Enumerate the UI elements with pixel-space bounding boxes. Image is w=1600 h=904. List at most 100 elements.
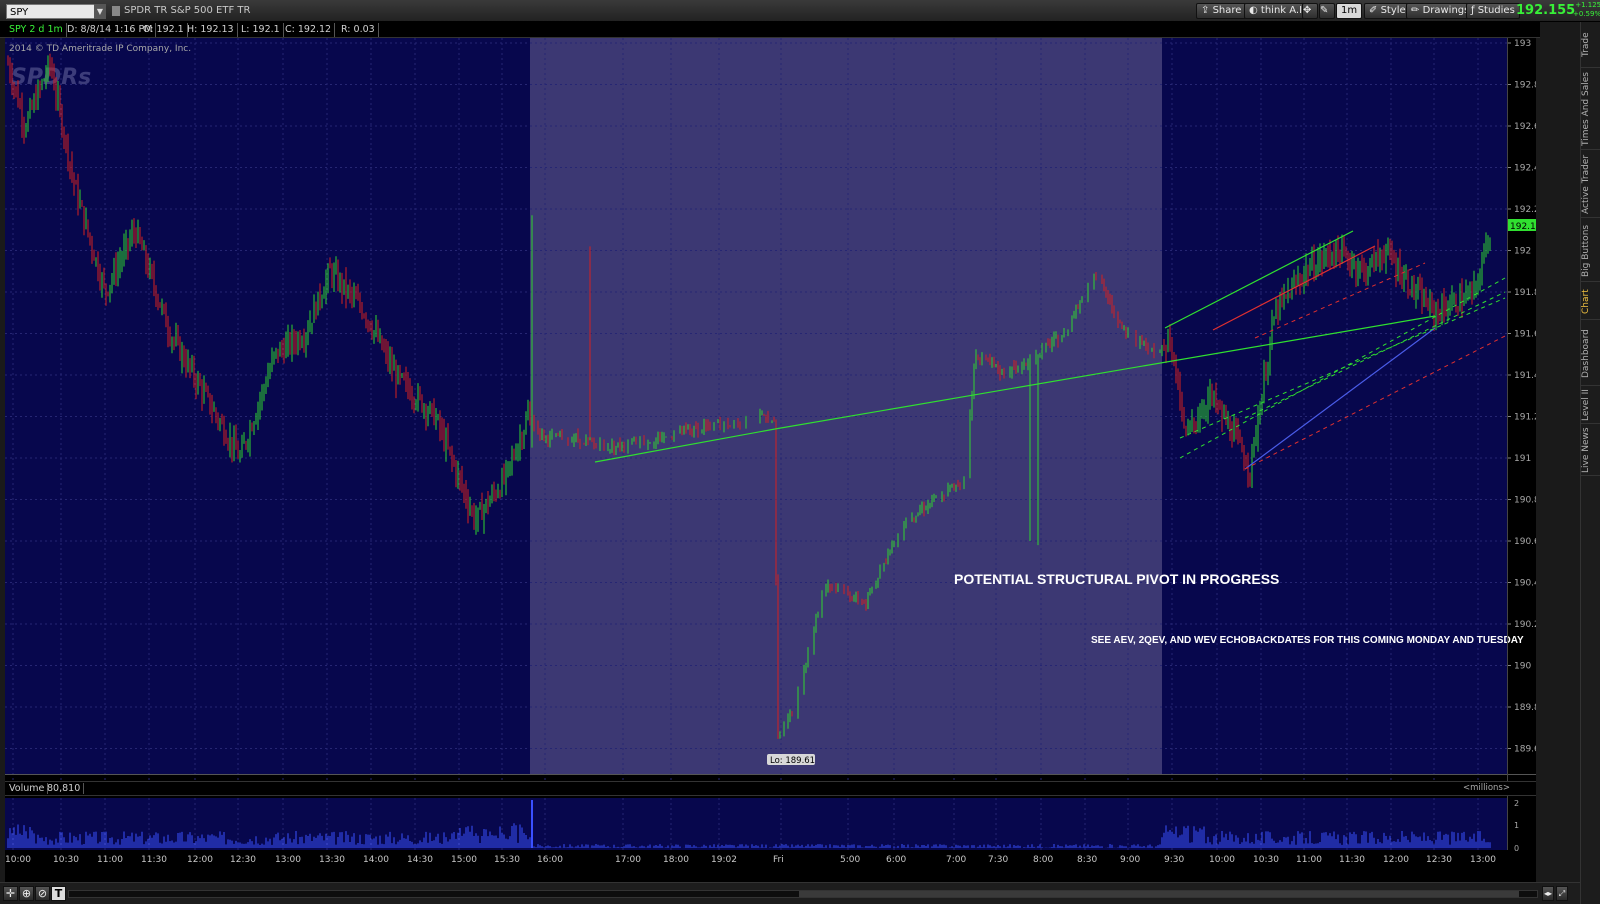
expand-icon[interactable]: ⤢ xyxy=(1556,886,1568,901)
top-toolbar: SPY ▼ SPDR TR S&P 500 ETF TR ⇪ Share ◐ t… xyxy=(0,0,1600,22)
zoom-out-icon[interactable]: ◂▸ xyxy=(1542,886,1554,901)
price-tick-label: 191.8 xyxy=(1514,288,1536,298)
price-chart-svg[interactable]: 193 192.8 192.6 192.4 192.2 192 191.8 191.6 191.… xyxy=(5,38,1536,883)
style-icon: ✐ xyxy=(1369,5,1381,16)
time-tick-label: 17:00 xyxy=(615,855,641,865)
price-chart[interactable]: 193 192.8 192.6 192.4 192.2 192 191.8 191.6 191.… xyxy=(5,38,1536,883)
style-button[interactable]: ✐ Style xyxy=(1364,3,1411,19)
price-tick-label: 190.4 xyxy=(1514,579,1536,589)
price-tick-label: 190.6 xyxy=(1514,537,1536,547)
price-tick-label: 190.8 xyxy=(1514,496,1536,506)
bar-high: H: 192.13 xyxy=(184,23,238,37)
time-tick-label: 16:00 xyxy=(537,855,563,865)
drawings-label: Drawings xyxy=(1422,5,1470,16)
time-tick-label: 13:30 xyxy=(319,855,345,865)
price-tick-label: 189.8 xyxy=(1514,703,1536,713)
time-tick-label: 13:00 xyxy=(1470,855,1496,865)
bar-low: L: 192.1 xyxy=(238,23,284,37)
side-tab-dashboard[interactable]: Dashboard xyxy=(1581,322,1600,386)
price-tick-label: 192.4 xyxy=(1514,164,1536,174)
time-tick-label: 18:00 xyxy=(663,855,689,865)
chart-title[interactable]: SPY 2 d 1m xyxy=(6,23,67,37)
time-tick-label: 12:00 xyxy=(187,855,213,865)
price-tick-label: 191.4 xyxy=(1514,371,1536,381)
symbol-info-icon[interactable] xyxy=(112,6,120,16)
studies-button[interactable]: ƒ Studies xyxy=(1466,3,1520,19)
volume-tick-label: 1 xyxy=(1514,821,1519,830)
side-tab-live-news[interactable]: Live News xyxy=(1581,426,1600,476)
side-tab-active-trader[interactable]: Active Trader xyxy=(1581,152,1600,218)
price-tick-label: 192.6 xyxy=(1514,122,1536,132)
zoom-icon[interactable]: ⊕ xyxy=(19,886,34,901)
price-tick-label: 192 xyxy=(1514,247,1531,257)
volume-header: Volume 80,810 <millions> xyxy=(5,781,1536,796)
time-tick-label: 7:30 xyxy=(988,855,1008,865)
drawings-icon: ✏ xyxy=(1411,5,1423,16)
volume-unit: <millions> xyxy=(1463,783,1510,793)
interval-button[interactable]: 1m xyxy=(1336,3,1363,19)
change-pct: +0.59% xyxy=(1573,10,1600,18)
time-tick-label: 19:02 xyxy=(711,855,737,865)
time-tick-label: 15:00 xyxy=(451,855,477,865)
think-ai-button[interactable]: ◐ think A.I. xyxy=(1244,3,1311,19)
time-tick-label: 12:30 xyxy=(230,855,256,865)
price-tick-label: 190 xyxy=(1514,662,1531,672)
time-tick-label: 10:00 xyxy=(5,855,31,865)
time-tick-label: 8:30 xyxy=(1077,855,1097,865)
annotation-main: POTENTIAL STRUCTURAL PIVOT IN PROGRESS xyxy=(954,571,1279,587)
low-label: Lo: 189.61 xyxy=(770,756,815,766)
annotation-sub: SEE AEV, 2QEV, AND WEV ECHOBACKDATES FOR… xyxy=(1091,635,1524,646)
price-tick-label: 193 xyxy=(1514,39,1531,49)
scrollbar-thumb[interactable] xyxy=(799,891,1519,897)
side-tab-times-and-sales[interactable]: Times And Sales xyxy=(1581,70,1600,150)
side-tab-chart[interactable]: Chart xyxy=(1581,284,1600,320)
side-tab-big-buttons[interactable]: Big Buttons xyxy=(1581,220,1600,282)
price-tick-label: 191.6 xyxy=(1514,330,1536,340)
think-ai-label: think A.I. xyxy=(1260,5,1306,16)
time-tick-label: 13:00 xyxy=(275,855,301,865)
time-tick-label: 12:30 xyxy=(1426,855,1452,865)
price-tick-label: 192.2 xyxy=(1514,205,1536,215)
style-label: Style xyxy=(1380,5,1406,16)
share-button[interactable]: ⇪ Share xyxy=(1196,3,1247,19)
price-tick-label: 190.2 xyxy=(1514,620,1536,630)
symbol-input[interactable]: SPY xyxy=(6,4,106,19)
side-tab-trade[interactable]: Trade xyxy=(1581,22,1600,68)
volume-value: 80,810 xyxy=(47,783,85,794)
change-abs: +1.125 xyxy=(1575,1,1600,9)
spdrs-watermark: SPDRs xyxy=(11,65,91,90)
copyright-text: 2014 © TD Ameritrade IP Company, Inc. xyxy=(9,44,191,54)
wrench-icon[interactable]: ✎ xyxy=(1319,3,1335,19)
time-tick-label: 10:30 xyxy=(53,855,79,865)
current-price-label: 192.12 xyxy=(1510,222,1536,232)
chart-info-bar: SPY 2 d 1m D: 8/8/14 1:16 PM O: 192.1 H:… xyxy=(0,22,1540,38)
crosshair-icon[interactable]: ✛ xyxy=(3,886,18,901)
side-tab-level-ii[interactable]: Level II xyxy=(1581,388,1600,424)
time-tick-label: 8:00 xyxy=(1033,855,1053,865)
crosshair-tool-icon[interactable]: ✥ xyxy=(1302,3,1318,19)
volume-tick-label: 0 xyxy=(1514,844,1519,853)
bar-range: R: 0.03 xyxy=(338,23,379,37)
studies-label: Studies xyxy=(1477,5,1515,16)
side-tab-strip: Trade Times And Sales Active Trader Big But… xyxy=(1580,22,1600,904)
time-tick-label: 11:30 xyxy=(141,855,167,865)
drawing-icon[interactable]: ⊘ xyxy=(35,886,50,901)
time-tick-label: 11:00 xyxy=(1296,855,1322,865)
price-tick-label: 189.6 xyxy=(1514,745,1536,755)
share-icon: ⇪ xyxy=(1201,5,1213,16)
price-change: +1.125 +0.59% xyxy=(1573,1,1600,19)
text-icon[interactable]: T xyxy=(51,886,66,901)
time-tick-label: 6:00 xyxy=(886,855,906,865)
chart-scrollbar[interactable] xyxy=(68,890,1538,898)
time-tick-label: Fri xyxy=(773,855,784,865)
symbol-dropdown-icon[interactable]: ▼ xyxy=(94,4,106,19)
time-tick-label: 11:30 xyxy=(1339,855,1365,865)
bottom-toolbar: ✛ ⊕ ⊘ T ◂▸ ⤢ xyxy=(0,882,1580,904)
time-tick-label: 9:00 xyxy=(1120,855,1140,865)
drawings-button[interactable]: ✏ Drawings xyxy=(1406,3,1475,19)
symbol-description: SPDR TR S&P 500 ETF TR xyxy=(124,5,251,16)
time-tick-label: 11:00 xyxy=(97,855,123,865)
time-tick-label: 14:30 xyxy=(407,855,433,865)
time-tick-label: 9:30 xyxy=(1164,855,1184,865)
price-tick-label: 192.8 xyxy=(1514,81,1536,91)
